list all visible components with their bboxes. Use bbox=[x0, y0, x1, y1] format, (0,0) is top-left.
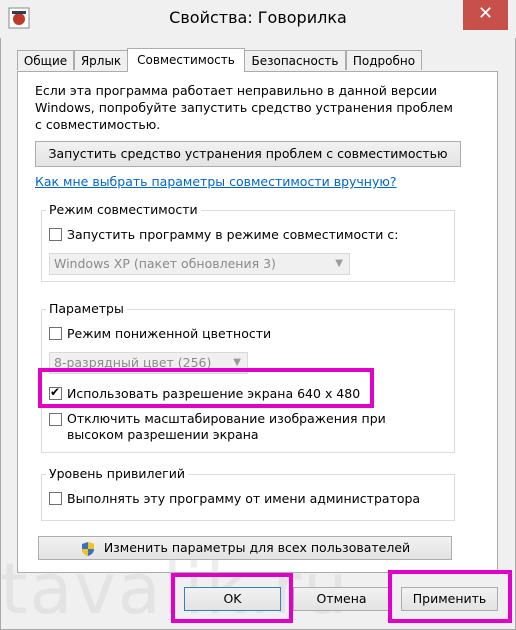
select-value: Windows XP (пакет обновления 3) bbox=[54, 256, 276, 271]
checkbox-label-line: высоком разрешении экрана bbox=[67, 427, 259, 442]
tab-general[interactable]: Общие bbox=[17, 50, 74, 70]
run-as-admin-checkbox[interactable]: Выполнять эту программу от имени админис… bbox=[49, 491, 420, 506]
checkbox-box[interactable] bbox=[49, 327, 62, 340]
manual-settings-link[interactable]: Как мне выбрать параметры совместимости … bbox=[35, 174, 397, 189]
chevron-down-icon: ▼ bbox=[233, 357, 241, 368]
apply-button[interactable]: Применить bbox=[401, 587, 498, 611]
parameters-group: Параметры Режим пониженной цветности 8-р… bbox=[41, 301, 455, 453]
tab-shortcut[interactable]: Ярлык bbox=[74, 50, 128, 70]
dpi-scaling-checkbox[interactable]: Отключить масштабирование изображения пр… bbox=[49, 411, 386, 443]
checkbox-label: Запустить программу в режиме совместимос… bbox=[67, 227, 399, 242]
group-label: Режим совместимости bbox=[46, 202, 201, 217]
checkbox-box[interactable] bbox=[49, 413, 62, 426]
os-version-select[interactable]: Windows XP (пакет обновления 3) ▼ bbox=[49, 253, 350, 275]
checkbox-label-line: Отключить масштабирование изображения пр… bbox=[67, 411, 386, 426]
select-value: 8-разрядный цвет (256) bbox=[54, 355, 212, 370]
title-bar: Свойства: Говорилка ✕ bbox=[0, 0, 516, 38]
checkbox-box[interactable] bbox=[49, 492, 62, 505]
resolution-640-checkbox[interactable]: Использовать разрешение экрана 640 x 480 bbox=[49, 385, 361, 401]
compatibility-mode-group: Режим совместимости Запустить программу … bbox=[41, 202, 455, 282]
intro-line: Windows, попробуйте запустить средство у… bbox=[35, 100, 453, 115]
cancel-button[interactable]: Отмена bbox=[293, 587, 390, 611]
color-depth-select[interactable]: 8-разрядный цвет (256) ▼ bbox=[49, 352, 248, 374]
intro-text: Если эта программа работает неправильно … bbox=[35, 82, 455, 133]
chevron-down-icon: ▼ bbox=[335, 258, 343, 269]
tab-security[interactable]: Безопасность bbox=[244, 50, 346, 70]
troubleshoot-button[interactable]: Запустить средство устранения проблем с … bbox=[35, 141, 461, 167]
intro-line: Если эта программа работает неправильно … bbox=[35, 83, 437, 98]
group-label: Параметры bbox=[46, 301, 127, 316]
checkbox-label: Выполнять эту программу от имени админис… bbox=[67, 491, 421, 506]
run-in-mode-checkbox[interactable]: Запустить программу в режиме совместимос… bbox=[49, 227, 398, 242]
tab-details[interactable]: Подробно bbox=[346, 50, 422, 70]
privilege-group: Уровень привилегий Выполнять эту програм… bbox=[41, 466, 455, 521]
tab-compatibility[interactable]: Совместимость bbox=[127, 48, 245, 72]
window-title: Свойства: Говорилка bbox=[169, 8, 347, 27]
group-label: Уровень привилегий bbox=[46, 466, 188, 481]
checkbox-box[interactable] bbox=[49, 228, 62, 241]
checkbox-label: Использовать разрешение экрана 640 x 480 bbox=[67, 386, 361, 401]
compatibility-panel: Если эта программа работает неправильно … bbox=[17, 71, 498, 573]
checkbox-label: Режим пониженной цветности bbox=[67, 326, 272, 341]
close-button[interactable]: ✕ bbox=[463, 0, 508, 30]
checkbox-label: Отключить масштабирование изображения пр… bbox=[67, 411, 386, 443]
intro-line: с совместимостью. bbox=[35, 117, 161, 132]
ok-button[interactable]: OK bbox=[184, 587, 281, 611]
reduced-color-checkbox[interactable]: Режим пониженной цветности bbox=[49, 326, 271, 341]
checkbox-box[interactable] bbox=[49, 385, 62, 400]
close-icon: ✕ bbox=[477, 3, 494, 24]
